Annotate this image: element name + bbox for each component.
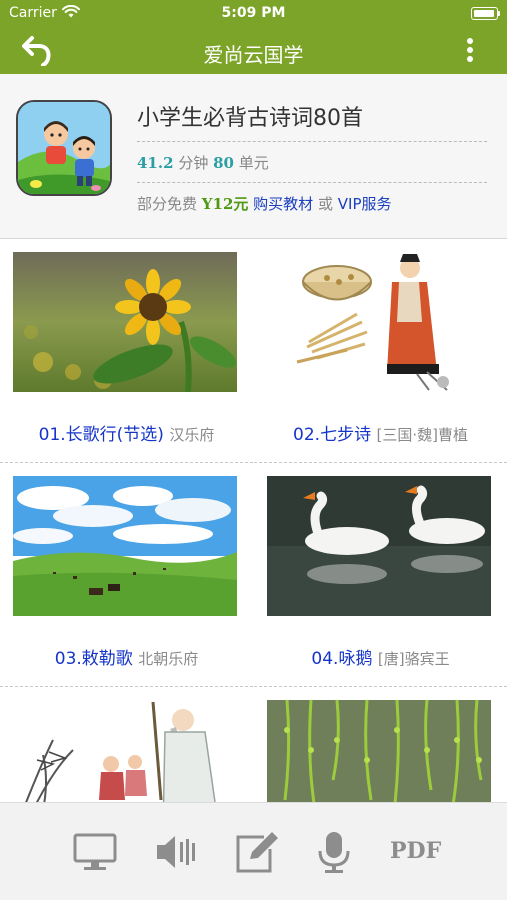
lesson-author: [唐]骆宾王 [377,650,450,668]
book-stats: 41.2 分钟 80 单元 [137,152,269,173]
or-label: 或 [317,195,333,213]
lesson-grid: 01.长歌行(节选) 汉乐府 02.七步诗 [三国·魏]曹植 03.敕勒歌 北朝… [0,240,507,802]
lesson-title: 03.敕勒歌 [54,649,133,669]
battery-icon [471,7,498,20]
lesson-caption: 01.长歌行(节选) 汉乐府 [0,420,253,445]
audio-button[interactable] [153,829,199,875]
bottom-toolbar: PDF [0,802,507,900]
lesson-title: 02.七步诗 [293,425,372,445]
status-bar: Carrier 5:09 PM [0,0,507,28]
monitor-icon [73,833,117,870]
lesson-card[interactable]: 03.敕勒歌 北朝乐府 [0,464,253,687]
lesson-thumbnail-sunflower [13,252,237,392]
lesson-card[interactable] [254,688,507,802]
units-unit: 单元 [238,154,269,172]
lesson-title: 04.咏鹅 [311,649,373,669]
lesson-thumbnail-geese [267,476,491,616]
edit-icon [236,832,278,873]
pdf-icon: PDF [390,838,442,864]
lesson-card[interactable]: 02.七步诗 [三国·魏]曹植 [254,240,507,463]
buy-textbook-link[interactable]: 购买教材 [253,195,313,213]
divider [137,141,487,142]
lesson-card[interactable]: 01.长歌行(节选) 汉乐府 [0,240,253,463]
nav-bar: 爱尚云国学 [0,28,507,74]
page-title: 爱尚云国学 [203,43,304,67]
lesson-caption: 02.七步诗 [三国·魏]曹植 [254,420,507,445]
price-label: Y12元 [201,195,249,213]
book-info-panel: 小学生必背古诗词80首 41.2 分钟 80 单元 部分免费 Y12元 购买教材… [0,74,507,239]
vip-service-link[interactable]: VIP服务 [338,195,392,213]
battery-cap [498,11,500,16]
purchase-line: 部分免费 Y12元 购买教材 或 VIP服务 [137,193,392,214]
lesson-card[interactable] [0,688,253,802]
duration-unit: 分钟 [178,154,209,172]
lesson-author: [三国·魏]曹植 [376,426,468,444]
lesson-author: 北朝乐府 [138,650,199,668]
pdf-button[interactable]: PDF [390,829,442,875]
record-button[interactable] [311,829,357,875]
write-button[interactable] [234,829,280,875]
lesson-author: 汉乐府 [169,426,215,444]
lesson-thumbnail-old-man [13,700,237,802]
app-screen: Carrier 5:09 PM 爱尚云国学 小学生必背古诗词80首 41.2 分… [0,0,507,900]
duration-value: 41.2 [137,154,174,172]
lesson-thumbnail-figure [267,252,491,392]
more-button[interactable] [458,34,482,66]
clock: 5:09 PM [221,5,286,21]
book-cover-image [16,100,112,196]
display-button[interactable] [72,829,118,875]
divider [137,182,487,183]
book-title: 小学生必背古诗词80首 [137,106,363,131]
speaker-icon [157,836,195,868]
free-label: 部分免费 [137,195,198,213]
lesson-title: 01.长歌行(节选) [38,425,164,445]
lesson-thumbnail-grassland [13,476,237,616]
lesson-card[interactable]: 04.咏鹅 [唐]骆宾王 [254,464,507,687]
lesson-caption: 03.敕勒歌 北朝乐府 [0,644,253,669]
lesson-caption: 04.咏鹅 [唐]骆宾王 [254,644,507,669]
header: Carrier 5:09 PM 爱尚云国学 [0,0,507,74]
units-value: 80 [213,154,234,172]
lesson-thumbnail-willow [267,700,491,802]
microphone-icon [318,832,350,873]
